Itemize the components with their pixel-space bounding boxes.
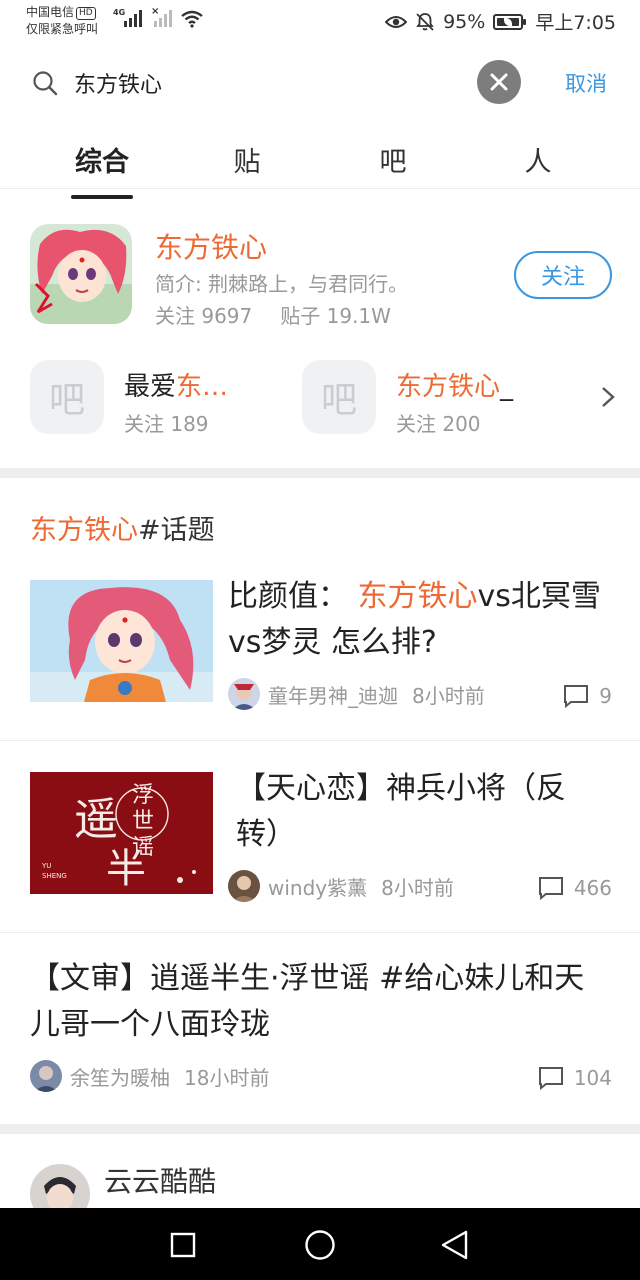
post-meta: windy紫薰 8小时前 — [228, 870, 454, 902]
svg-text:浮: 浮 — [132, 783, 154, 808]
search-bar: 取消 — [0, 52, 640, 112]
no-sim-icon: × — [151, 6, 160, 17]
chevron-right-icon[interactable] — [601, 386, 615, 408]
search-input[interactable] — [74, 66, 464, 100]
related-forum-followers: 关注 189 — [124, 412, 209, 436]
post-time: 8小时前 — [412, 683, 485, 708]
comment-count[interactable]: 104 — [538, 1066, 612, 1090]
post-title[interactable]: 【文审】逍遥半生·浮世谣 #给心妹儿和天儿哥一个八面玲珑 — [30, 956, 605, 1048]
carrier-name: 中国电信 — [26, 5, 75, 19]
related-forum-followers: 关注 200 — [396, 412, 481, 436]
divider — [0, 932, 640, 933]
comment-count[interactable]: 466 — [538, 876, 612, 900]
comment-count[interactable]: 9 — [563, 684, 612, 708]
forum-name[interactable]: 东方铁心 — [155, 226, 267, 266]
comment-icon — [538, 877, 563, 900]
author-avatar[interactable] — [228, 870, 260, 902]
tab-users[interactable]: 人 — [493, 140, 583, 179]
close-icon — [490, 73, 508, 91]
clear-search-button[interactable] — [477, 60, 521, 104]
post-time: 8小时前 — [381, 875, 454, 900]
carrier-info: 中国电信 HD 仅限紧急呼叫 — [26, 4, 98, 38]
active-tab-indicator — [71, 195, 133, 199]
post-item[interactable]: 遥 半 浮 世 谣 YU SHENG 【天心恋】神兵小将（反转） windy紫薰… — [0, 760, 640, 932]
clock: 早上7:05 — [535, 12, 616, 34]
tab-forums[interactable]: 吧 — [348, 140, 438, 179]
svg-text:世: 世 — [132, 809, 154, 834]
author-avatar[interactable] — [228, 678, 260, 710]
forum-stats: 关注 9697 贴子 19.1W — [155, 300, 391, 329]
battery-icon — [493, 13, 527, 30]
hd-badge: HD — [76, 7, 96, 20]
post-time: 18小时前 — [184, 1065, 270, 1090]
search-icon — [33, 71, 58, 96]
author-avatar[interactable] — [30, 1060, 62, 1092]
forum-card[interactable]: 东方铁心 简介: 荆棘路上，与君同行。 关注 9697 贴子 19.1W 关注 — [0, 224, 640, 328]
battery-percent: 95% — [443, 10, 486, 33]
home-icon[interactable] — [304, 1229, 336, 1261]
signal-icon — [114, 9, 172, 27]
related-forum-item[interactable]: 吧 最爱东… 关注 189 — [30, 360, 290, 436]
forum-description: 简介: 荆棘路上，与君同行。 — [155, 272, 409, 296]
related-forum-item[interactable]: 吧 东方铁心_ 关注 200 — [302, 360, 582, 436]
author-name[interactable]: 童年男神_迪迦 — [268, 680, 398, 709]
eye-comfort-icon — [385, 15, 408, 28]
comment-icon — [538, 1067, 563, 1090]
forum-placeholder-icon: 吧 — [30, 360, 104, 434]
related-forums: 吧 最爱东… 关注 189 吧 东方铁心_ 关注 200 — [0, 360, 640, 440]
user-name[interactable]: 云云酷酷 — [104, 1160, 216, 1200]
emergency-only-text: 仅限紧急呼叫 — [26, 22, 99, 36]
system-nav-bar — [0, 1208, 640, 1280]
follow-button[interactable]: 关注 — [514, 251, 612, 299]
author-name[interactable]: 余笙为暖柚 — [70, 1062, 170, 1091]
post-title[interactable]: 比颜值： 东方铁心vs北冥雪vs梦灵 怎么排? — [228, 574, 608, 666]
post-thumbnail[interactable] — [30, 580, 213, 702]
svg-text:SHENG: SHENG — [42, 872, 67, 880]
post-item[interactable]: 比颜值： 东方铁心vs北冥雪vs梦灵 怎么排? 童年男神_迪迦 8小时前 9 — [0, 570, 640, 740]
tab-comprehensive[interactable]: 综合 — [57, 140, 147, 179]
post-title[interactable]: 【天心恋】神兵小将（反转） — [236, 766, 596, 858]
forum-followers: 关注 9697 — [155, 304, 253, 328]
status-bar: 中国电信 HD 仅限紧急呼叫 4G × 95% 早上7:05 — [0, 0, 640, 44]
wifi-icon — [181, 10, 203, 28]
section-separator — [0, 1124, 640, 1134]
forum-avatar[interactable] — [30, 224, 132, 324]
back-icon[interactable] — [440, 1230, 470, 1260]
svg-text:遥: 遥 — [74, 794, 118, 845]
post-meta: 余笙为暖柚 18小时前 — [30, 1060, 269, 1092]
related-forum-name: 最爱东… — [124, 372, 229, 402]
divider — [0, 740, 640, 741]
tab-posts[interactable]: 贴 — [202, 140, 292, 179]
comment-icon — [564, 685, 589, 708]
related-forum-name: 东方铁心_ — [396, 372, 514, 402]
recent-apps-icon[interactable] — [170, 1232, 196, 1258]
forum-placeholder-icon: 吧 — [302, 360, 376, 434]
author-name[interactable]: windy紫薰 — [268, 872, 367, 901]
section-separator — [0, 468, 640, 478]
forum-post-count: 贴子 19.1W — [280, 304, 391, 328]
cancel-button[interactable]: 取消 — [565, 68, 607, 98]
post-item[interactable]: 【文审】逍遥半生·浮世谣 #给心妹儿和天儿哥一个八面玲珑 余笙为暖柚 18小时前… — [0, 952, 640, 1122]
svg-text:YU: YU — [41, 862, 51, 870]
mute-bell-icon — [416, 12, 434, 31]
post-thumbnail[interactable]: 遥 半 浮 世 谣 YU SHENG — [30, 772, 213, 894]
result-tabs: 综合 贴 吧 人 — [0, 132, 640, 190]
svg-text:谣: 谣 — [132, 835, 154, 860]
topic-heading[interactable]: 东方铁心#话题 — [30, 508, 215, 547]
divider — [0, 188, 640, 189]
post-meta: 童年男神_迪迦 8小时前 — [228, 678, 485, 710]
